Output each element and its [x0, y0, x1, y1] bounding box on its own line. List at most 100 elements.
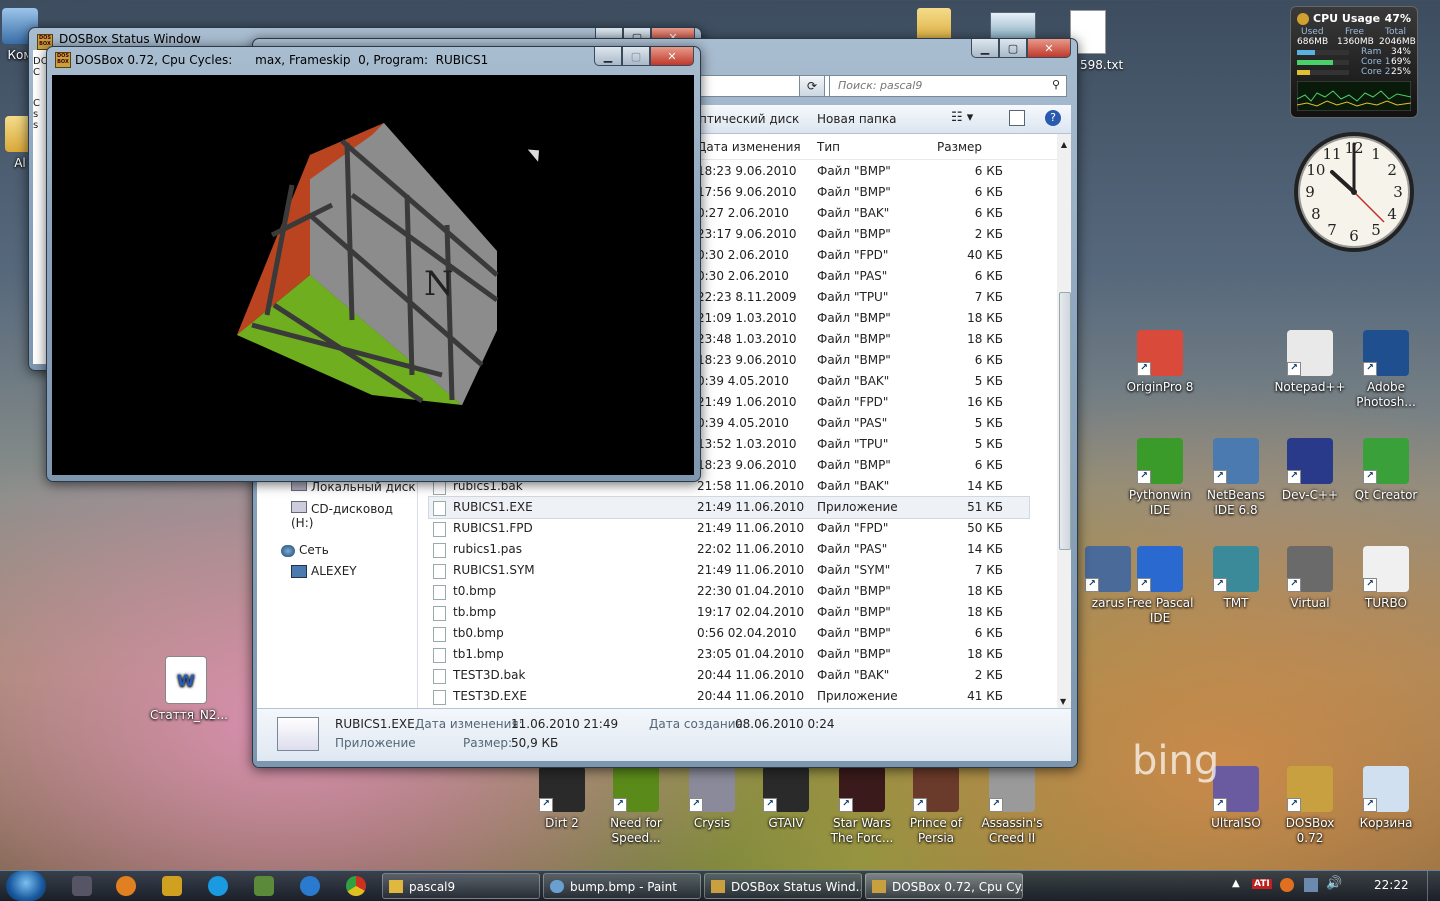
- core2-bar: [1297, 70, 1349, 75]
- game-shortcut-icon-1[interactable]: ↗ Need for Speed...: [600, 766, 672, 846]
- game-shortcut-icon-9[interactable]: ↗ Корзина: [1350, 766, 1422, 831]
- scrollbar[interactable]: ▲ ▼: [1057, 134, 1071, 708]
- shortcut-icon: ↗: [1213, 438, 1259, 484]
- column-type[interactable]: Тип: [817, 140, 840, 154]
- desktop-shortcut-icon-5[interactable]: ↗ Dev-C++: [1274, 438, 1346, 503]
- file-size: 51 КБ: [967, 500, 1003, 514]
- file-date: 11.06.2010 22:02: [697, 542, 805, 556]
- quicklaunch-ie-icon[interactable]: [300, 876, 320, 896]
- dosbox-main-window[interactable]: DOS BOX DOSBox 0.72, Cpu Cycles: max, Fr…: [46, 46, 701, 482]
- game-shortcut-icon-5[interactable]: ↗ Prince of Persia: [900, 766, 972, 846]
- nav-alexey[interactable]: ALEXEY: [291, 564, 357, 578]
- nav-cd-drive-h[interactable]: CD-дисковод (H:): [291, 501, 417, 530]
- game-shortcut-icon-6[interactable]: ↗ Assassin's Creed II: [976, 766, 1048, 846]
- shortcut-icon: ↗: [913, 766, 959, 812]
- table-row[interactable]: tb0.bmp 02.04.2010 0:56 Файл "BMP" 6 КБ: [429, 623, 1029, 644]
- file-icon: [433, 543, 446, 558]
- clock-number: 7: [1327, 221, 1337, 239]
- table-row[interactable]: t0.bmp 01.04.2010 22:30 Файл "BMP" 18 КБ: [429, 581, 1029, 602]
- search-field[interactable]: [830, 76, 1048, 94]
- desktop-shortcut-icon-0[interactable]: ↗ OriginPro 8: [1124, 330, 1196, 395]
- column-size[interactable]: Размер: [937, 140, 982, 154]
- refresh-button[interactable]: ⟳: [799, 75, 825, 97]
- table-row[interactable]: RUBICS1.EXE 11.06.2010 21:49 Приложение 51 …: [428, 496, 1030, 519]
- start-button[interactable]: [6, 871, 46, 901]
- cpu-gadget[interactable]: CPU Usage 47% Used Free Total 686MB 1360…: [1290, 6, 1418, 118]
- view-options-icon[interactable]: ☷ ▾: [951, 110, 973, 125]
- minimize-button[interactable]: ▁: [594, 47, 622, 66]
- shortcut-arrow-icon: ↗: [1213, 470, 1227, 484]
- task-paint[interactable]: bump.bmp - Paint: [543, 873, 701, 899]
- file-size: 6 КБ: [974, 626, 1003, 640]
- desktop-shortcut-icon-2[interactable]: ↗ Adobe Photosh...: [1350, 330, 1422, 410]
- file-icon: [433, 480, 446, 495]
- tray-ati-icon[interactable]: ATI: [1252, 879, 1272, 889]
- ram-bar: [1297, 50, 1349, 55]
- quicklaunch-media-icon[interactable]: [162, 876, 182, 896]
- quicklaunch-chrome-icon[interactable]: [346, 876, 366, 896]
- game-shortcut-icon-2[interactable]: ↗ Crysis: [676, 766, 748, 831]
- table-row[interactable]: TEST3D.EXE 11.06.2010 20:44 Приложение 41 К…: [429, 686, 1029, 707]
- desktop-shortcut-icon-8[interactable]: ↗ Free Pascal IDE: [1124, 546, 1196, 626]
- shortcut-arrow-icon: ↗: [763, 798, 777, 812]
- desktop-shortcut-icon-11[interactable]: ↗ TURBO: [1350, 546, 1422, 611]
- tray-volume-icon[interactable]: 🔊: [1326, 876, 1342, 891]
- show-desktop-button[interactable]: [1427, 871, 1440, 901]
- desktop-shortcut-icon-9[interactable]: ↗ TMT: [1200, 546, 1272, 611]
- tray-app-icon[interactable]: [1280, 878, 1294, 892]
- file-size: 6 КБ: [974, 458, 1003, 472]
- shortcut-icon: ↗: [1287, 546, 1333, 592]
- tray-show-hidden-icon[interactable]: ▲: [1232, 878, 1240, 889]
- clock-gadget[interactable]: 121234567891011: [1292, 130, 1416, 254]
- preview-pane-icon[interactable]: [1009, 110, 1025, 126]
- game-shortcut-icon-3[interactable]: ↗ GTAIV: [750, 766, 822, 831]
- shortcut-icon: ↗: [1363, 766, 1409, 812]
- tray-clock[interactable]: 22:22: [1374, 878, 1409, 892]
- quicklaunch-skype-icon[interactable]: [208, 876, 228, 896]
- game-shortcut-icon-4[interactable]: ↗ Star Wars The Forc...: [826, 766, 898, 846]
- desktop-shortcut-icon-6[interactable]: ↗ Qt Creator: [1350, 438, 1422, 503]
- desktop-shortcut-icon-1[interactable]: ↗ Notepad++: [1274, 330, 1346, 395]
- maximize-button[interactable]: ▢: [622, 47, 650, 66]
- desktop-shortcut-icon-3[interactable]: ↗ Pythonwin IDE: [1124, 438, 1196, 518]
- nav-local-disk-e[interactable]: Локальный диск (E:: [291, 480, 417, 494]
- dosbox-screen[interactable]: N: [52, 75, 694, 475]
- word-document-icon: W: [165, 656, 207, 704]
- new-folder-button[interactable]: Новая папка: [817, 112, 896, 126]
- file-type: Файл "TPU": [817, 437, 889, 451]
- scroll-thumb[interactable]: [1059, 292, 1071, 550]
- desktop-shortcut-icon-4[interactable]: ↗ NetBeans IDE 6.8: [1200, 438, 1272, 518]
- toolbar-burn-disc[interactable]: птический диск: [699, 112, 799, 126]
- task-dosbox-main[interactable]: DOSBox 0.72, Cpu Cy...: [865, 873, 1023, 899]
- table-row[interactable]: RUBICS1.FPD 11.06.2010 21:49 Файл "FPD" 50 …: [429, 518, 1029, 539]
- scroll-down-arrow[interactable]: ▼: [1060, 697, 1066, 706]
- game-shortcut-icon-8[interactable]: ↗ DOSBox 0.72: [1274, 766, 1346, 846]
- table-row[interactable]: rubics1.pas 11.06.2010 22:02 Файл "PAS" 14 …: [429, 539, 1029, 560]
- table-row[interactable]: tb1.bmp 01.04.2010 23:05 Файл "BMP" 18 КБ: [429, 644, 1029, 665]
- search-icon[interactable]: ⚲: [1052, 78, 1060, 91]
- task-pascal9[interactable]: pascal9: [382, 873, 540, 899]
- quicklaunch-tool-icon[interactable]: [254, 876, 274, 896]
- close-button[interactable]: ✕: [650, 47, 694, 66]
- search-input[interactable]: ⚲: [829, 75, 1067, 97]
- minimize-button[interactable]: ▁: [971, 39, 999, 58]
- table-row[interactable]: TEST3D.bak 11.06.2010 20:44 Файл "BAK" 2 КБ: [429, 665, 1029, 686]
- desktop-icon-word-doc[interactable]: W Стаття_N2...: [150, 656, 228, 723]
- table-row[interactable]: RUBICS1.SYM 11.06.2010 21:49 Файл "SYM" 7 К…: [429, 560, 1029, 581]
- table-row[interactable]: tb.bmp 02.04.2010 19:17 Файл "BMP" 18 КБ: [429, 602, 1029, 623]
- task-dosbox-status[interactable]: DOSBox Status Wind...: [704, 873, 862, 899]
- shortcut-arrow-icon: ↗: [913, 798, 927, 812]
- column-date[interactable]: Дата изменения: [697, 140, 807, 154]
- desktop-shortcut-icon-10[interactable]: ↗ Virtual: [1274, 546, 1346, 611]
- quicklaunch-vlc-icon[interactable]: [116, 876, 136, 896]
- clock-number: 4: [1387, 205, 1397, 223]
- nav-network[interactable]: Сеть: [281, 543, 329, 557]
- quicklaunch-calc-icon[interactable]: [72, 876, 92, 896]
- help-icon[interactable]: ?: [1045, 110, 1061, 126]
- game-shortcut-icon-0[interactable]: ↗ Dirt 2: [526, 766, 598, 831]
- scroll-up-arrow[interactable]: ▲: [1057, 140, 1071, 149]
- file-size: 6 КБ: [974, 164, 1003, 178]
- maximize-button[interactable]: ▢: [999, 39, 1027, 58]
- tray-network-icon[interactable]: [1304, 878, 1318, 892]
- close-button[interactable]: ✕: [1027, 39, 1071, 58]
